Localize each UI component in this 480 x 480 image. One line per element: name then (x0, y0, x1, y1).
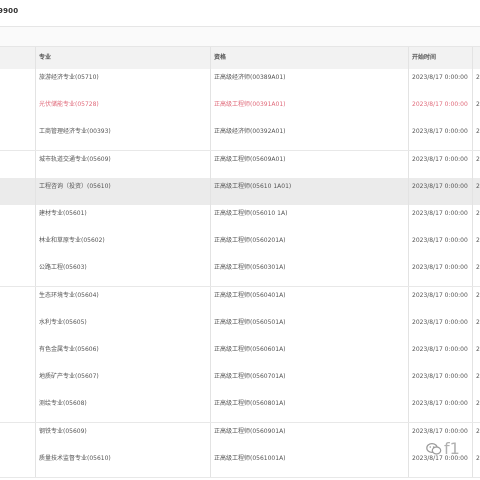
cell-major: 有色金属专业(05606) (39, 346, 99, 353)
cell-major: 旅游经济专业(05710) (39, 74, 99, 81)
cell-qualification: 正高级工程师(0561001A) (214, 454, 286, 462)
cell-start-time: 2023/8/17 0:00:00 (412, 318, 468, 326)
cell-qualification: 正高级工程师(0560501A) (214, 318, 286, 326)
cell-major: 城市轨道交通专业(05609) (39, 155, 111, 163)
cell-start-time: 2023/8/17 0:00:00 (412, 400, 468, 408)
table-header: 专业 资格 开始时间 (0, 46, 480, 70)
cell-qualification: 正高级工程师(056010 1A) (214, 210, 288, 217)
table-row[interactable]: 水利专业(05605) 正高级工程师(0560501A) 2023/8/17 0:0… (0, 313, 480, 342)
cell-end-time: 2 (476, 318, 480, 326)
cell-qualification: 正高级工程师(0560301A) (214, 264, 286, 272)
watermark-text: f1 (444, 439, 460, 458)
cell-end-time: 2 (476, 182, 480, 190)
column-header-start-time[interactable]: 开始时间 (412, 47, 436, 69)
table-row[interactable]: 公路工程(05603) 正高级工程师(0560301A) 2023/8/17 0:0… (0, 259, 480, 288)
cell-start-time: 2023/8/17 0:00:00 (412, 373, 468, 381)
table-row[interactable]: 地质矿产专业(05607) 正高级工程师(0560701A) 2023/8/17 0… (0, 368, 480, 397)
cell-end-time: 2 (476, 210, 480, 217)
table-row[interactable]: 光伏储能专业(05728) 正高级工程师(00391A01) 2023/8/17 0… (0, 96, 480, 125)
cell-end-time: 2 (476, 101, 480, 109)
cell-qualification: 正高级工程师(0560801A) (214, 400, 286, 408)
cell-major: 公路工程(05603) (39, 264, 87, 272)
table-row[interactable]: 生态环境专业(05604) 正高级工程师(0560401A) 2023/8/17 0… (0, 286, 480, 315)
cell-start-time: 2023/8/17 0:00:00 (412, 155, 468, 163)
cell-major: 质量技术监督专业(05610) (39, 454, 111, 462)
cell-start-time: 2023/8/17 0:00:00 (412, 346, 468, 353)
cell-major: 建材专业(05601) (39, 210, 87, 217)
table-row[interactable]: 有色金属专业(05606) 正高级工程师(0560601A) 2023/8/17 0… (0, 341, 480, 369)
cell-start-time: 2023/8/17 0:00:00 (412, 182, 468, 190)
cell-start-time: 2023/8/17 0:00:00 (412, 237, 468, 245)
table-row[interactable]: 建材专业(05601) 正高级工程师(056010 1A) 2023/8/17 0:… (0, 205, 480, 233)
table-row[interactable]: 工商管理经济专业(00393) 正高级经济师(00392A01) 2023/8/17… (0, 123, 480, 152)
cell-qualification: 正高级经济师(00392A01) (214, 128, 286, 136)
cell-end-time: 2 (476, 74, 480, 81)
toolbar-area (0, 27, 480, 46)
cell-major: 光伏储能专业(05728) (39, 101, 99, 109)
table-row[interactable]: 测绘专业(05608) 正高级工程师(0560801A) 2023/8/17 0:0… (0, 395, 480, 424)
cell-qualification: 正高级经济师(00389A01) (214, 74, 286, 81)
cell-start-time: 2023/8/17 0:00:00 (412, 74, 468, 81)
cell-major: 水利专业(05605) (39, 318, 87, 326)
cell-major: 生态环境专业(05604) (39, 291, 99, 299)
cell-qualification: 正高级工程师(0560601A) (214, 346, 286, 353)
cell-qualification: 正高级工程师(05610 1A01) (214, 182, 292, 190)
table-row[interactable]: 城市轨道交通专业(05609) 正高级工程师(05609A01) 2023/8/17… (0, 150, 480, 179)
cell-start-time: 2023/8/17 0:00:00 (412, 264, 468, 272)
cell-end-time: 2 (476, 155, 480, 163)
cell-start-time: 2023/8/17 0:00:00 (412, 210, 468, 217)
cell-end-time: 2 (476, 237, 480, 245)
cell-major: 工程咨询（投资）(05610) (39, 182, 111, 190)
table-row[interactable]: 林业和草原专业(05602) 正高级工程师(0560201A) 2023/8/17 … (0, 232, 480, 261)
table-row[interactable]: 工程咨询（投资）(05610) 正高级工程师(05610 1A01) 2023/8/… (0, 177, 480, 206)
cell-major: 钢铁专业(05609) (39, 427, 87, 435)
cell-major: 林业和草原专业(05602) (39, 237, 105, 245)
cell-major: 工商管理经济专业(00393) (39, 128, 111, 136)
watermark: f1 (426, 439, 480, 460)
reference-number: 9900 (0, 7, 19, 15)
cell-qualification: 正高级工程师(0560901A) (214, 427, 286, 435)
column-header-qualification[interactable]: 资格 (214, 47, 226, 69)
cell-end-time: 2 (476, 264, 480, 272)
cell-major: 测绘专业(05608) (39, 400, 87, 408)
cell-major: 地质矿产专业(05607) (39, 373, 99, 381)
cell-qualification: 正高级工程师(0560201A) (214, 237, 286, 245)
cell-start-time: 2023/8/17 0:00:00 (412, 101, 468, 109)
cell-qualification: 正高级工程师(00391A01) (214, 101, 286, 109)
cell-qualification: 正高级工程师(05609A01) (214, 155, 286, 163)
table-row[interactable]: 质量技术监督专业(05610) 正高级工程师(0561001A) 2023/8/17… (0, 449, 480, 478)
top-bar: 9900 (0, 0, 480, 27)
cell-end-time: 2 (476, 128, 480, 136)
cell-start-time: 2023/8/17 0:00:00 (412, 128, 468, 136)
table-row[interactable]: 钢铁专业(05609) 正高级工程师(0560901A) 2023/8/17 0:0… (0, 422, 480, 451)
cell-qualification: 正高级工程师(0560401A) (214, 291, 286, 299)
cell-end-time: 2 (476, 373, 480, 381)
cell-qualification: 正高级工程师(0560701A) (214, 373, 286, 381)
wechat-icon (426, 442, 442, 455)
table-row[interactable]: 旅游经济专业(05710) 正高级经济师(00389A01) 2023/8/17 0… (0, 69, 480, 97)
cell-end-time: 2 (476, 400, 480, 408)
cell-start-time: 2023/8/17 0:00:00 (412, 291, 468, 299)
cell-end-time: 2 (476, 346, 480, 353)
cell-end-time: 2 (476, 291, 480, 299)
column-header-major[interactable]: 专业 (39, 47, 51, 69)
